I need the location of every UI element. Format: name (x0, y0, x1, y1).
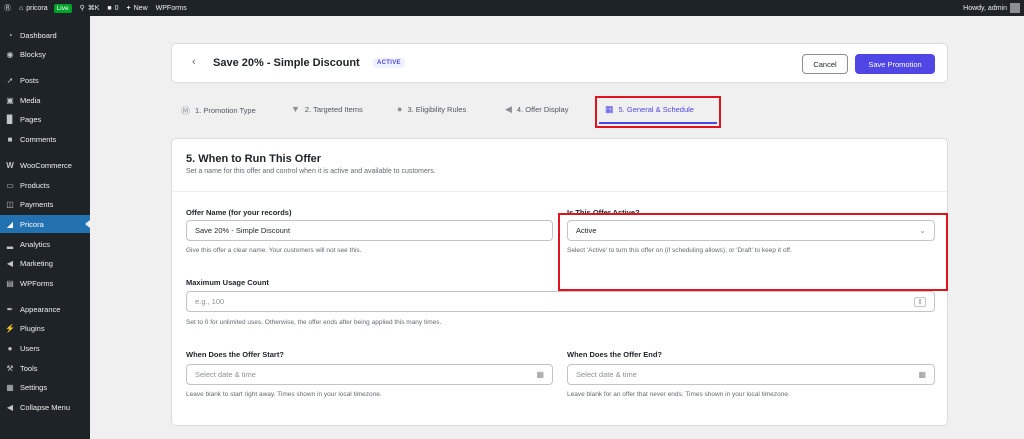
pin-icon: ➚ (6, 75, 14, 85)
offer-end-help: Leave blank for an offer that never ends… (567, 391, 790, 398)
calendar-icon: ▦ (918, 370, 926, 379)
archive-icon: ▭ (6, 180, 14, 190)
user-icon: ● (7, 343, 13, 353)
sidebar-item-posts[interactable]: ➚ Posts (0, 71, 90, 89)
sidebar-item-appearance[interactable]: ✒ Appearance (0, 300, 90, 318)
admin-bar: Ⓡ ⌂ pricora Live ⚲ ⌘K ■ 0 + New WPForms … (0, 0, 1024, 16)
offer-start-help: Leave blank to start right away. Times s… (186, 391, 382, 398)
page-title: Save 20% - Simple Discount (213, 57, 360, 69)
highlight-box-offer-active (558, 213, 948, 291)
tab-targeted-items[interactable]: ▼ 2. Targeted Items (291, 104, 363, 114)
main-content: ‹ Save 20% - Simple Discount ACTIVE Canc… (90, 16, 1024, 439)
sidebar-item-users[interactable]: ● Users (0, 339, 90, 357)
dashboard-icon: ◔ (7, 30, 13, 40)
form-icon: ▤ (6, 278, 14, 288)
chart-icon: ▂ (6, 239, 14, 249)
live-badge: Live (53, 3, 72, 13)
sidebar-item-wpforms[interactable]: ▤ WPForms (0, 274, 90, 292)
offer-start-datepicker[interactable]: Select date & time ▦ (186, 364, 553, 385)
sidebar-item-woocommerce[interactable]: W WooCommerce (0, 156, 90, 174)
sidebar-item-collapse-menu[interactable]: ◀ Collapse Menu (0, 398, 90, 416)
sidebar-item-dashboard[interactable]: ◔ Dashboard (0, 26, 90, 44)
sidebar-item-settings[interactable]: ▦ Settings (0, 378, 90, 396)
wordpress-logo-icon[interactable]: Ⓡ (4, 3, 11, 13)
max-usage-input[interactable]: e.g., 100 ⇕ (186, 291, 935, 312)
new-content-link[interactable]: + New (127, 5, 148, 12)
plugin-icon: ⚡ (5, 323, 15, 333)
sidebar-item-pricora[interactable]: ◢ Pricora (0, 215, 90, 233)
save-promotion-button[interactable]: Save Promotion (855, 54, 935, 74)
offer-end-datepicker[interactable]: Select date & time ▦ (567, 364, 935, 385)
sidebar-item-plugins[interactable]: ⚡ Plugins (0, 319, 90, 337)
sidebar-item-pages[interactable]: ▉ Pages (0, 110, 90, 128)
megaphone-icon: ◀ (505, 104, 512, 114)
sidebar-item-tools[interactable]: ⚒ Tools (0, 359, 90, 377)
sidebar-item-comments[interactable]: ■ Comments (0, 130, 90, 148)
sidebar-item-analytics[interactable]: ▂ Analytics (0, 235, 90, 253)
divider (172, 191, 947, 192)
sidebar-item-products[interactable]: ▭ Products (0, 176, 90, 194)
megaphone-icon: ◀ (6, 258, 14, 268)
wizard-tabs: Ⓜ 1. Promotion Type ▼ 2. Targeted Items … (171, 94, 948, 134)
section-title: 5. When to Run This Offer (186, 153, 322, 165)
offer-start-label: When Does the Offer Start? (186, 350, 284, 359)
search-icon: ⚲ (79, 5, 85, 12)
blocksy-icon: ◉ (6, 49, 14, 59)
media-icon: ▣ (6, 95, 14, 105)
max-usage-label: Maximum Usage Count (186, 278, 269, 287)
command-search[interactable]: ⚲ ⌘K (80, 4, 100, 12)
sidebar-item-marketing[interactable]: ◀ Marketing (0, 254, 90, 272)
offer-end-label: When Does the Offer End? (567, 350, 663, 359)
calendar-icon: ▦ (536, 370, 544, 379)
offer-name-label: Offer Name (for your records) (186, 208, 292, 217)
dollar-circle-icon: Ⓜ (181, 106, 191, 116)
offer-name-input[interactable]: Save 20% - Simple Discount (186, 220, 553, 241)
filter-icon: ▼ (291, 104, 300, 114)
payment-icon: ◫ (6, 199, 14, 209)
comment-icon: ■ (107, 4, 112, 12)
tab-promotion-type[interactable]: Ⓜ 1. Promotion Type (181, 104, 256, 117)
users-icon: ● (397, 104, 403, 114)
site-name-link[interactable]: ⌂ pricora Live (19, 3, 72, 13)
collapse-icon: ◀ (6, 402, 14, 412)
back-chevron-icon[interactable]: ‹ (192, 56, 196, 68)
status-badge: ACTIVE (373, 58, 405, 68)
admin-sidebar: ◔ Dashboard ◉ Blocksy ➚ Posts ▣ Media ▉ Pages… (0, 16, 90, 439)
number-stepper-icon[interactable]: ⇕ (914, 296, 926, 307)
tab-eligibility-rules[interactable]: ● 3. Eligibility Rules (397, 104, 466, 114)
tab-offer-display[interactable]: ◀ 4. Offer Display (505, 104, 568, 115)
comment-icon: ■ (7, 134, 13, 144)
sidebar-item-media[interactable]: ▣ Media (0, 91, 90, 109)
settings-icon: ▦ (6, 382, 14, 392)
home-icon: ⌂ (19, 4, 24, 12)
cancel-button[interactable]: Cancel (802, 54, 848, 74)
max-usage-help: Set to 0 for unlimited uses. Otherwise, … (186, 319, 442, 326)
avatar (1010, 3, 1020, 13)
tag-icon: ◢ (6, 219, 14, 229)
section-subtitle: Set a name for this offer and control wh… (186, 168, 436, 175)
wpforms-link[interactable]: WPForms (156, 5, 187, 12)
sidebar-item-blocksy[interactable]: ◉ Blocksy (0, 45, 90, 63)
highlight-box-tab (595, 96, 721, 128)
offer-name-help: Give this offer a clear name. Your custo… (186, 247, 362, 254)
promotion-header: ‹ Save 20% - Simple Discount ACTIVE Canc… (171, 43, 948, 83)
page-icon: ▉ (6, 114, 14, 124)
woo-icon: W (6, 160, 14, 170)
brush-icon: ✒ (6, 304, 14, 314)
sidebar-item-payments[interactable]: ◫ Payments (0, 195, 90, 213)
my-account[interactable]: Howdy, admin (963, 3, 1020, 13)
comments-link[interactable]: ■ 0 (107, 5, 118, 12)
plus-icon: + (126, 4, 131, 12)
wrench-icon: ⚒ (6, 363, 14, 373)
